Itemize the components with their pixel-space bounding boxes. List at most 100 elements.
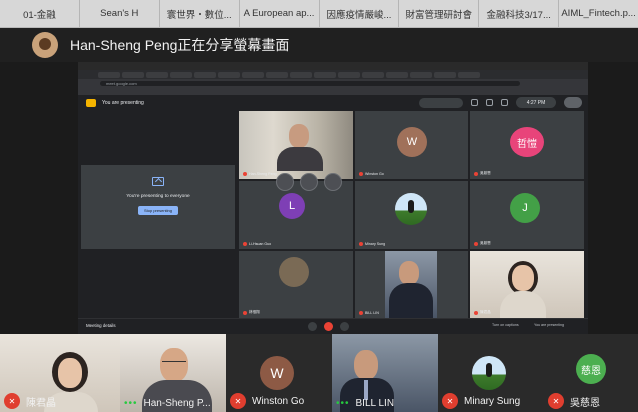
participant-avatar <box>395 193 427 225</box>
participant-strip: ✕ 陳君晶 ••• Han-Sheng P... W ✕ Winston Go … <box>0 334 638 412</box>
participant-name: Minary Sung <box>464 395 521 407</box>
meet-tile: 林惟翔 <box>239 251 353 318</box>
share-banner-text: Han-Sheng Peng正在分享螢幕畫面 <box>70 37 290 53</box>
participant-name: Winston Go <box>252 395 305 407</box>
tile-name: Winston Go <box>359 172 384 176</box>
meeting-clock: 4:27 PM <box>516 97 556 108</box>
shared-screen: meet.google.com You are presenting 4:27 … <box>78 62 588 334</box>
meeting-details-link[interactable]: Meeting details <box>86 323 116 328</box>
participant-avatar <box>472 356 506 390</box>
present-button[interactable]: You are presenting <box>534 323 564 327</box>
participant-name: Han-Sheng P... <box>143 398 211 409</box>
browser-tab[interactable]: AIML_Fintech.p... <box>559 0 638 27</box>
participant-tile[interactable]: ••• BILL LIN <box>332 334 438 412</box>
activities-icon[interactable] <box>501 99 508 106</box>
participant-tile[interactable]: ••• Han-Sheng P... <box>120 334 226 412</box>
present-screen-icon <box>152 177 164 186</box>
meet-tile: 哲愷 吳慈恩 <box>470 111 584 179</box>
tile-name: 陳君晶 <box>474 310 491 315</box>
mute-participant-icon[interactable] <box>300 173 318 191</box>
speaking-indicator-icon: ••• <box>124 398 138 409</box>
tile-name: Li-Hsuan Guo <box>243 242 271 246</box>
more-options-icon[interactable] <box>324 173 342 191</box>
participant-label: ✕ 陳君晶 <box>4 393 56 409</box>
address-bar: meet.google.com <box>78 79 588 88</box>
participant-avatar: W <box>260 356 294 390</box>
participant-video <box>470 251 584 318</box>
shared-browser-tabs <box>78 70 588 79</box>
participant-avatar: L <box>279 193 305 219</box>
participant-tile[interactable]: 慈恩 ✕ 吳慈恩 <box>544 334 638 412</box>
meet-window: You are presenting 4:27 PM You're presen… <box>78 95 588 334</box>
muted-mic-icon: ✕ <box>548 393 564 409</box>
participant-tile[interactable]: W ✕ Winston Go <box>226 334 332 412</box>
browser-tab[interactable]: 金融科技3/17... <box>479 0 560 27</box>
participant-name: 陳君晶 <box>26 397 56 409</box>
tile-name: 林惟翔 <box>243 310 260 315</box>
presenting-message: You're presenting to everyone <box>126 194 190 199</box>
meet-tile-video: BILL LIN <box>355 251 468 318</box>
browser-tab[interactable]: 寰世界・數位... <box>160 0 240 27</box>
screen: 01-金融 Sean's H 寰世界・數位... A European ap..… <box>0 0 638 412</box>
participant-video <box>385 251 437 318</box>
participant-tile[interactable]: ✕ 陳君晶 <box>0 334 120 412</box>
browser-tab-strip: 01-金融 Sean's H 寰世界・數位... A European ap..… <box>0 0 638 28</box>
participant-name: 吳慈恩 <box>570 397 600 409</box>
participant-label: ✕ Winston Go <box>230 393 304 409</box>
meet-tile-video: 陳君晶 <box>470 251 584 318</box>
participant-avatar: J <box>510 193 540 223</box>
participant-avatar: W <box>397 127 427 157</box>
meet-tile-video: Han-Sheng Peng <box>239 111 353 179</box>
participant-video <box>239 111 353 179</box>
url-field[interactable]: meet.google.com <box>100 81 520 86</box>
tile-name: Minary Sung <box>359 242 385 246</box>
meet-top-actions: 4:27 PM <box>419 97 582 108</box>
speaking-indicator-icon: ••• <box>336 398 350 409</box>
meet-tile: J 吳慈恩 <box>470 181 584 249</box>
mic-icon[interactable] <box>308 322 317 331</box>
meet-bottom-bar: Meeting details Turn on captions You are… <box>78 318 588 334</box>
meet-tile: Minary Sung <box>355 181 468 249</box>
muted-mic-icon: ✕ <box>230 393 246 409</box>
hangup-icon[interactable] <box>324 322 333 331</box>
bookmarks-bar <box>78 88 588 95</box>
tile-name: 吳慈恩 <box>474 241 491 246</box>
browser-tab[interactable]: 財富管理研討會 <box>399 0 480 27</box>
participant-label: ••• BILL LIN <box>336 398 394 409</box>
meet-tile: L Li-Hsuan Guo <box>239 181 353 249</box>
participant-label: ••• Han-Sheng P... <box>124 398 211 409</box>
muted-mic-icon: ✕ <box>442 393 458 409</box>
self-avatar[interactable] <box>564 97 582 108</box>
participant-tile[interactable]: ✕ Minary Sung <box>438 334 544 412</box>
participant-avatar: 慈恩 <box>576 354 606 384</box>
captions-button[interactable]: Turn on captions <box>492 323 519 327</box>
stop-presenting-button[interactable]: Stop presenting <box>137 206 179 215</box>
participant-avatar <box>279 257 309 287</box>
browser-tab[interactable]: A European ap... <box>240 0 320 27</box>
meet-logo-icon <box>86 99 96 107</box>
tile-name: BILL LIN <box>359 311 379 315</box>
participant-avatar: 哲愷 <box>510 127 544 157</box>
participant-name: BILL LIN <box>355 398 395 409</box>
presenting-label: You are presenting <box>102 100 144 106</box>
participant-label: ✕ Minary Sung <box>442 393 520 409</box>
presenter-pill[interactable] <box>419 97 463 108</box>
meet-tile: W Winston Go <box>355 111 468 179</box>
meet-top-bar: You are presenting 4:27 PM <box>78 95 588 111</box>
share-banner: Han-Sheng Peng正在分享螢幕畫面 <box>0 28 638 62</box>
pin-icon[interactable] <box>276 173 294 191</box>
browser-tab[interactable]: 因應疫情嚴峻... <box>320 0 400 27</box>
tile-name: Han-Sheng Peng <box>243 172 277 176</box>
meet-hover-controls <box>276 173 342 191</box>
muted-mic-icon: ✕ <box>4 393 20 409</box>
tile-name: 吳慈恩 <box>474 171 491 176</box>
browser-tab[interactable]: 01-金融 <box>0 0 80 27</box>
participant-label: ✕ 吳慈恩 <box>548 393 600 409</box>
people-icon[interactable] <box>471 99 478 106</box>
mac-menu-bar <box>78 62 588 70</box>
browser-tab[interactable]: Sean's H <box>80 0 160 27</box>
camera-icon[interactable] <box>340 322 349 331</box>
presenter-avatar <box>32 32 58 58</box>
chat-icon[interactable] <box>486 99 493 106</box>
presenting-panel: You're presenting to everyone Stop prese… <box>81 165 235 249</box>
